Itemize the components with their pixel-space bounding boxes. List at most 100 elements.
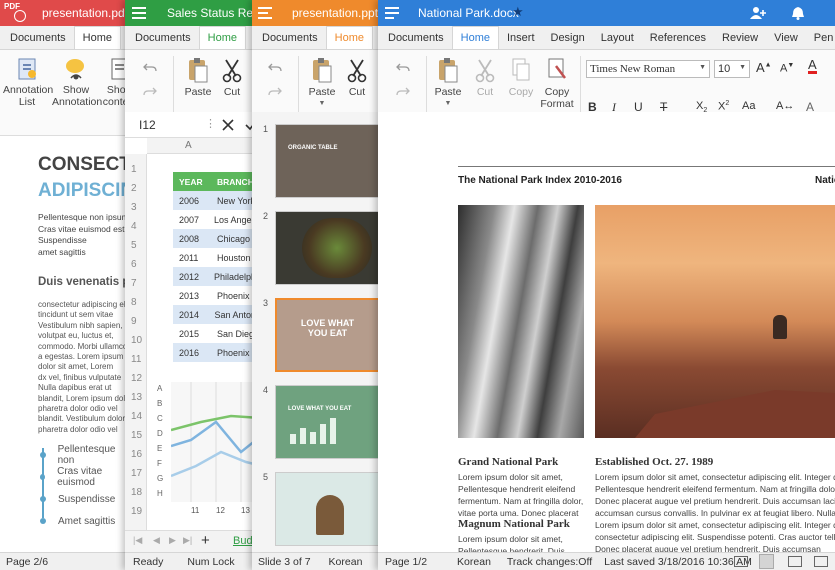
tab-pen[interactable]: Pen bbox=[806, 27, 835, 49]
table-cell-year[interactable]: 2006 bbox=[173, 196, 213, 206]
tab-home[interactable]: Home bbox=[325, 26, 373, 49]
table-row[interactable]: 2011 Houston bbox=[173, 248, 260, 267]
tab-view[interactable]: View bbox=[766, 27, 806, 49]
row-number[interactable]: 18 bbox=[131, 487, 142, 498]
tab-documents[interactable]: Documents bbox=[254, 27, 326, 49]
line-chart[interactable] bbox=[171, 382, 260, 502]
xls-menu-icon[interactable] bbox=[132, 7, 146, 19]
table-row[interactable]: 2007 Los Angeles bbox=[173, 210, 260, 229]
table-row[interactable]: 2016 Phoenix bbox=[173, 343, 260, 362]
cut-button[interactable]: Cut bbox=[470, 56, 500, 98]
pdf-title-bar[interactable]: PDF presentation.pdf bbox=[0, 0, 130, 26]
annotation-list-button[interactable]: Annotation List bbox=[3, 56, 53, 108]
paste-button[interactable]: Paste ▼ bbox=[304, 56, 340, 110]
slide-thumbnail[interactable]: LOVE WHAT YOU EAT bbox=[275, 385, 380, 459]
superscript-icon[interactable]: X2 bbox=[718, 100, 729, 113]
draft-view-icon[interactable] bbox=[814, 556, 828, 567]
row-number[interactable]: 7 bbox=[131, 278, 137, 289]
table-row[interactable]: 2015 San Diego bbox=[173, 324, 260, 343]
row-number[interactable]: 5 bbox=[131, 240, 137, 251]
row-number[interactable]: 16 bbox=[131, 449, 142, 460]
redo-icon[interactable] bbox=[396, 86, 410, 98]
tab-documents[interactable]: Documents bbox=[2, 27, 74, 49]
notification-bell-icon[interactable] bbox=[791, 6, 805, 20]
slide-thumbnail[interactable] bbox=[275, 472, 380, 546]
paste-button[interactable]: Paste bbox=[180, 56, 216, 98]
table-cell-year[interactable]: 2007 bbox=[173, 215, 210, 225]
undo-icon[interactable] bbox=[268, 62, 282, 74]
doc-menu-icon[interactable] bbox=[385, 7, 399, 19]
tab-home[interactable]: Home bbox=[198, 26, 246, 49]
table-row[interactable]: 2012 Philadelphia bbox=[173, 267, 260, 286]
cut-button[interactable]: Cut bbox=[342, 56, 372, 98]
row-number[interactable]: 12 bbox=[131, 373, 142, 384]
row-number[interactable]: 17 bbox=[131, 468, 142, 479]
track-changes-status[interactable]: Track changes:Off bbox=[497, 556, 598, 568]
tab-insert[interactable]: Insert bbox=[499, 27, 543, 49]
table-cell-year[interactable]: 2011 bbox=[173, 253, 213, 263]
table-cell-year[interactable]: 2014 bbox=[173, 310, 210, 320]
row-number[interactable]: 8 bbox=[131, 297, 137, 308]
table-cell-branch[interactable]: Phoenix bbox=[213, 348, 250, 358]
row-number[interactable]: 3 bbox=[131, 202, 137, 213]
row-number[interactable]: 4 bbox=[131, 221, 137, 232]
table-cell-year[interactable]: 2015 bbox=[173, 329, 213, 339]
tab-home[interactable]: Home bbox=[451, 26, 499, 49]
tab-documents[interactable]: Documents bbox=[380, 27, 452, 49]
undo-icon[interactable] bbox=[143, 62, 157, 74]
table-cell-branch[interactable]: Houston bbox=[213, 253, 251, 263]
table-row[interactable]: 2014 San Antonio bbox=[173, 305, 260, 324]
change-case-icon[interactable]: Aa bbox=[742, 100, 755, 112]
scroll-last-icon[interactable]: ▶| bbox=[183, 535, 192, 546]
scroll-next-icon[interactable]: ▶ bbox=[169, 535, 176, 546]
copy-button[interactable]: Copy bbox=[504, 56, 538, 98]
font-size-select[interactable]: 10 ▼ bbox=[714, 60, 750, 78]
tab-documents[interactable]: Documents bbox=[127, 27, 199, 49]
font-color-icon[interactable]: A bbox=[808, 58, 817, 74]
table-row[interactable]: 2006 New York bbox=[173, 191, 260, 210]
cut-button[interactable]: Cut bbox=[217, 56, 247, 98]
row-number[interactable]: 11 bbox=[131, 354, 141, 365]
column-header[interactable]: A bbox=[185, 140, 192, 151]
table-cell-branch[interactable]: Phoenix bbox=[213, 291, 250, 301]
table-row[interactable]: 2008 Chicago bbox=[173, 229, 260, 248]
row-number[interactable]: 1 bbox=[131, 164, 137, 175]
print-layout-icon[interactable] bbox=[734, 556, 748, 567]
ppt-menu-icon[interactable] bbox=[258, 7, 272, 19]
row-number[interactable]: 10 bbox=[131, 335, 142, 346]
redo-icon[interactable] bbox=[143, 86, 157, 98]
row-number[interactable]: 14 bbox=[131, 411, 142, 422]
scroll-first-icon[interactable]: |◀ bbox=[133, 535, 142, 546]
table-cell-branch[interactable]: Chicago bbox=[213, 234, 250, 244]
tab-references[interactable]: References bbox=[642, 27, 714, 49]
web-layout-icon[interactable] bbox=[759, 554, 774, 569]
scroll-prev-icon[interactable]: ◀ bbox=[153, 535, 160, 546]
copy-format-button[interactable]: Copy Format bbox=[538, 56, 576, 110]
redo-icon[interactable] bbox=[268, 86, 282, 98]
cancel-formula-icon[interactable] bbox=[222, 119, 234, 131]
slide-thumbnail[interactable]: ORGANIC TABLE bbox=[275, 124, 380, 198]
table-cell-year[interactable]: 2013 bbox=[173, 291, 213, 301]
character-spacing-icon[interactable]: A↔ bbox=[776, 100, 794, 112]
tab-layout[interactable]: Layout bbox=[593, 27, 642, 49]
paste-dropdown-icon[interactable]: ▼ bbox=[304, 98, 340, 110]
table-row[interactable]: 2013 Phoenix bbox=[173, 286, 260, 305]
shrink-font-icon[interactable]: A▼ bbox=[780, 62, 794, 75]
xls-title-bar[interactable]: Sales Status Report bbox=[125, 0, 260, 26]
row-number[interactable]: 19 bbox=[131, 506, 142, 517]
tab-review[interactable]: Review bbox=[714, 27, 766, 49]
sheet-tab[interactable]: Bud bbox=[233, 535, 253, 547]
more-icon[interactable]: ⋮ bbox=[205, 117, 216, 130]
tab-home[interactable]: Home bbox=[73, 26, 121, 49]
table-cell-year[interactable]: 2016 bbox=[173, 348, 213, 358]
show-annotation-button[interactable]: Show Annotation bbox=[52, 56, 102, 108]
slide-thumbnail[interactable] bbox=[275, 211, 380, 285]
row-number[interactable]: 9 bbox=[131, 316, 137, 327]
cell-reference[interactable]: I12 bbox=[139, 118, 156, 132]
paste-dropdown-icon[interactable]: ▼ bbox=[430, 98, 466, 110]
tab-design[interactable]: Design bbox=[543, 27, 593, 49]
table-cell-year[interactable]: 2012 bbox=[173, 272, 210, 282]
row-number[interactable]: 6 bbox=[131, 259, 137, 270]
outline-view-icon[interactable] bbox=[788, 556, 802, 567]
slide-thumbnail[interactable]: LOVE WHAT YOU EAT bbox=[275, 298, 380, 372]
